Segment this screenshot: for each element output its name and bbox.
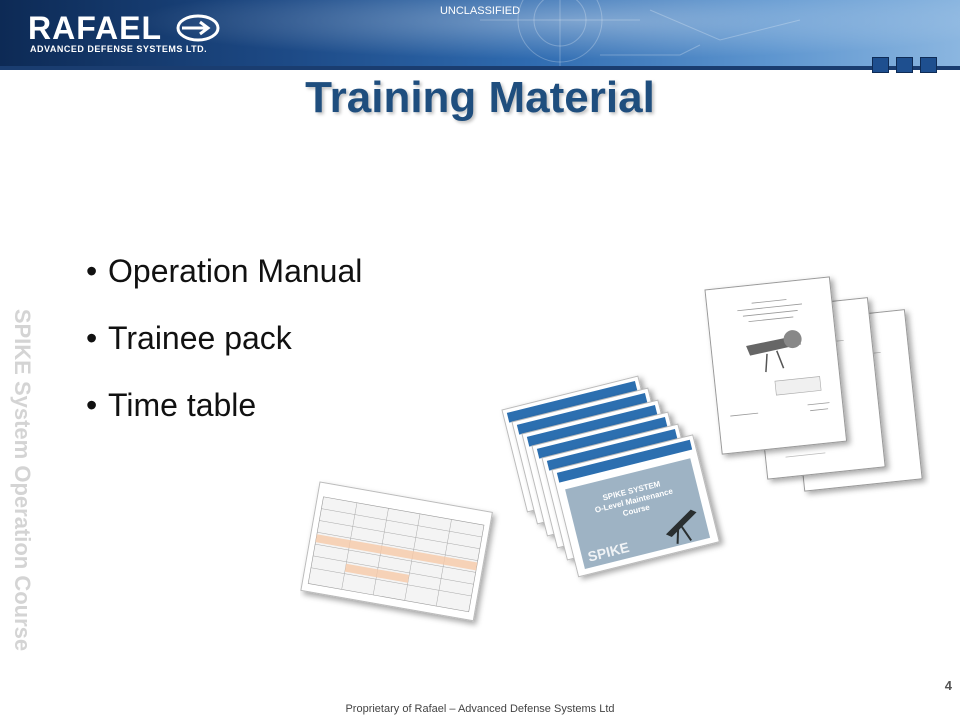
bullet-text: Trainee pack	[108, 320, 292, 356]
footer-text: Proprietary of Rafael – Advanced Defense…	[345, 703, 615, 715]
classification-label: UNCLASSIFIED	[439, 5, 521, 17]
timetable-thumbnail	[300, 481, 493, 622]
bullet-dot: •	[86, 387, 98, 423]
bullet-text: Time table	[108, 387, 257, 423]
rafael-logo: RAFAEL ADVANCED DEFENSE SYSTEMS LTD.	[28, 10, 220, 58]
bullet-dot: •	[86, 320, 98, 356]
bullet-dot: •	[86, 253, 98, 289]
operation-manual-thumbnails	[704, 276, 923, 492]
manual-cover-thumbnail	[704, 276, 848, 455]
course-side-label: SPIKE System Operation Course	[10, 308, 35, 652]
training-documents-illustration: SPIKE SYSTEM O-Level Maintenance Course …	[300, 276, 923, 622]
slide-title: Training Material	[305, 73, 655, 122]
logo-emblem-icon	[176, 14, 220, 42]
trainee-pack-thumbnails: SPIKE SYSTEM O-Level Maintenance Course …	[501, 375, 720, 578]
logo-subtext: ADVANCED DEFENSE SYSTEMS LTD.	[30, 44, 208, 54]
page-number: 4	[944, 678, 952, 693]
